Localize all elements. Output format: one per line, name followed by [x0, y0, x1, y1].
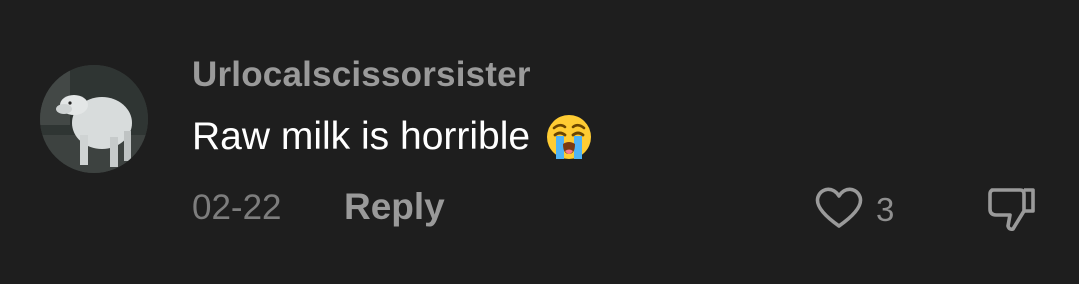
dislike-button[interactable] [986, 184, 1038, 236]
username[interactable]: Urlocalscissorsister [192, 55, 531, 95]
comment-text: Raw milk is horrible [192, 115, 531, 158]
comment-body: Raw milk is horrible [192, 112, 594, 162]
heart-icon[interactable] [814, 186, 864, 235]
thumbs-down-icon[interactable] [986, 188, 1038, 240]
loudly-crying-face-emoji [544, 112, 594, 162]
avatar[interactable] [40, 65, 148, 173]
comment-item: Urlocalscissorsister Raw milk is horribl… [0, 0, 1079, 284]
like-button[interactable]: 3 [814, 186, 894, 234]
comment-date: 02-22 [192, 188, 282, 227]
reply-button[interactable]: Reply [344, 186, 445, 228]
like-count: 3 [876, 191, 895, 228]
